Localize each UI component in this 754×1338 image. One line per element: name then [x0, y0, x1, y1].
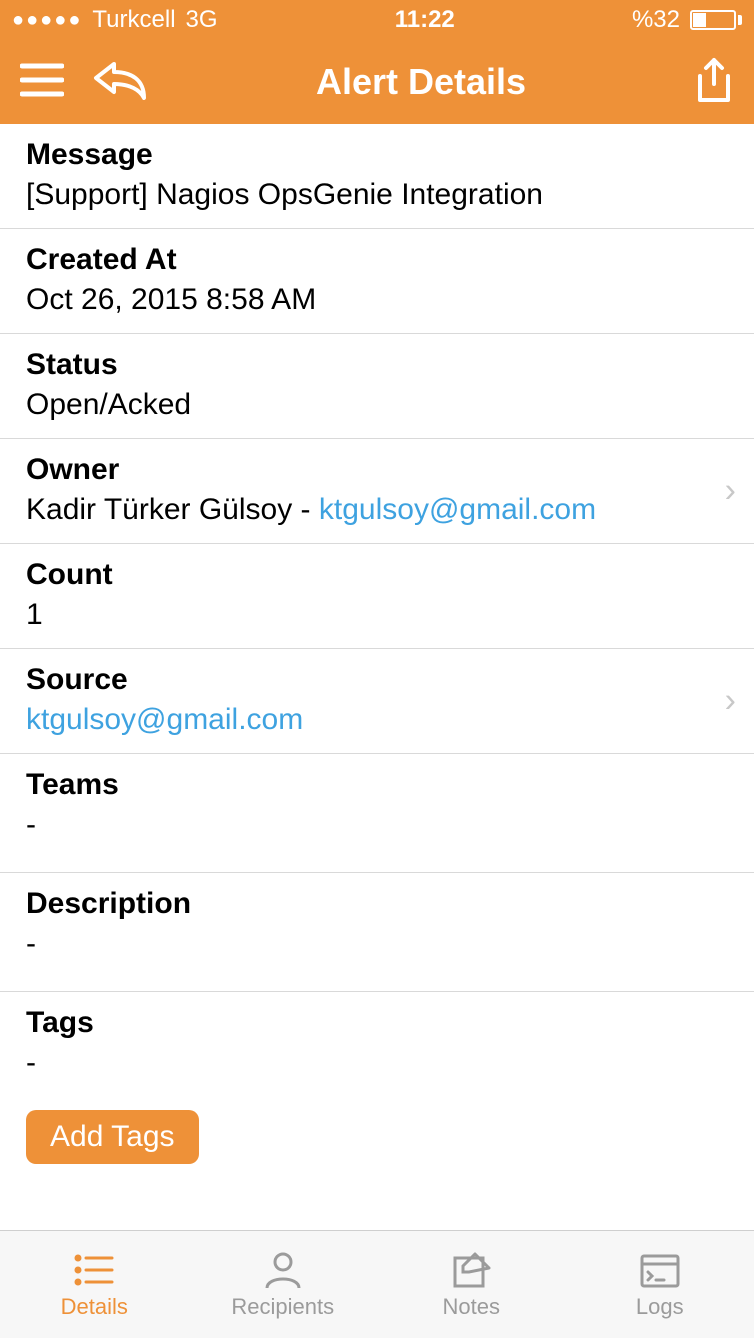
- label-teams: Teams: [26, 768, 728, 802]
- label-created-at: Created At: [26, 243, 728, 277]
- owner-email[interactable]: ktgulsoy@gmail.com: [319, 493, 596, 526]
- content: Message [Support] Nagios OpsGenie Integr…: [0, 124, 754, 1164]
- owner-name: Kadir Türker Gülsoy: [26, 493, 292, 526]
- terminal-icon: [638, 1250, 682, 1290]
- compose-icon: [449, 1250, 493, 1290]
- battery-percent: %32: [632, 6, 680, 34]
- carrier-label: Turkcell: [92, 6, 175, 34]
- person-icon: [261, 1250, 305, 1290]
- value-message: [Support] Nagios OpsGenie Integration: [26, 178, 728, 212]
- tab-logs[interactable]: Logs: [566, 1231, 754, 1338]
- value-status: Open/Acked: [26, 388, 728, 422]
- clock: 11:22: [395, 6, 455, 34]
- tab-logs-label: Logs: [636, 1294, 684, 1320]
- menu-button[interactable]: [20, 62, 64, 103]
- label-owner: Owner: [26, 453, 728, 487]
- value-teams: -: [26, 808, 728, 842]
- label-source: Source: [26, 663, 728, 697]
- label-description: Description: [26, 887, 728, 921]
- label-count: Count: [26, 558, 728, 592]
- signal-dots-icon: ●●●●●: [12, 9, 82, 32]
- value-created-at: Oct 26, 2015 8:58 AM: [26, 283, 728, 317]
- value-description: -: [26, 927, 728, 961]
- owner-separator: -: [292, 493, 319, 526]
- row-status: Status Open/Acked: [0, 334, 754, 439]
- tab-recipients[interactable]: Recipients: [189, 1231, 378, 1338]
- row-source[interactable]: Source ktgulsoy@gmail.com ›: [0, 649, 754, 754]
- reply-arrow-icon: [92, 60, 148, 100]
- chevron-right-icon: ›: [725, 472, 736, 511]
- row-created-at: Created At Oct 26, 2015 8:58 AM: [0, 229, 754, 334]
- add-tags-button[interactable]: Add Tags: [26, 1110, 199, 1164]
- tab-bar: Details Recipients Notes Logs: [0, 1230, 754, 1338]
- label-tags: Tags: [26, 1006, 728, 1040]
- row-description: Description -: [0, 873, 754, 992]
- tab-recipients-label: Recipients: [231, 1294, 334, 1320]
- value-count: 1: [26, 598, 728, 632]
- tab-details[interactable]: Details: [0, 1231, 189, 1338]
- nav-bar: Alert Details: [0, 40, 754, 124]
- share-icon: [694, 56, 734, 104]
- tab-details-label: Details: [61, 1294, 128, 1320]
- battery-icon: [690, 10, 742, 30]
- row-teams: Teams -: [0, 754, 754, 873]
- value-tags: -: [26, 1046, 728, 1080]
- chevron-right-icon: ›: [725, 682, 736, 721]
- network-label: 3G: [186, 6, 218, 34]
- back-button[interactable]: [92, 60, 148, 105]
- share-button[interactable]: [694, 56, 734, 109]
- row-message: Message [Support] Nagios OpsGenie Integr…: [0, 124, 754, 229]
- row-tags: Tags -: [0, 992, 754, 1096]
- value-source[interactable]: ktgulsoy@gmail.com: [26, 703, 728, 737]
- page-title: Alert Details: [316, 61, 526, 103]
- value-owner: Kadir Türker Gülsoy - ktgulsoy@gmail.com: [26, 493, 728, 527]
- label-status: Status: [26, 348, 728, 382]
- tab-notes-label: Notes: [443, 1294, 500, 1320]
- header: ●●●●● Turkcell 3G 11:22 %32 Alert Detail…: [0, 0, 754, 124]
- row-owner[interactable]: Owner Kadir Türker Gülsoy - ktgulsoy@gma…: [0, 439, 754, 544]
- tab-notes[interactable]: Notes: [377, 1231, 566, 1338]
- hamburger-icon: [20, 62, 64, 98]
- status-bar: ●●●●● Turkcell 3G 11:22 %32: [0, 0, 754, 40]
- row-count: Count 1: [0, 544, 754, 649]
- label-message: Message: [26, 138, 728, 172]
- list-icon: [72, 1250, 116, 1290]
